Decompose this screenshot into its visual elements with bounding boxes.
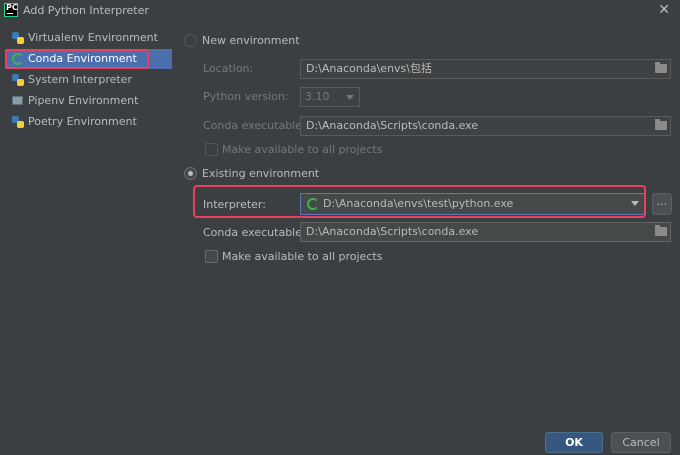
folder-icon[interactable]	[655, 119, 667, 130]
conda-executable-field[interactable]: D:\Anaconda\Scripts\conda.exe	[300, 222, 671, 242]
sidebar-item-poetry[interactable]: Poetry Environment	[5, 112, 172, 132]
make-available-checkbox-new[interactable]	[205, 143, 218, 156]
sidebar-item-label: Virtualenv Environment	[28, 31, 158, 44]
conda-executable-field-new[interactable]: D:\Anaconda\Scripts\conda.exe	[300, 116, 671, 136]
make-available-checkbox[interactable]	[205, 250, 218, 263]
sidebar-item-label: Poetry Environment	[28, 115, 137, 128]
sidebar-item-virtualenv[interactable]: Virtualenv Environment	[5, 28, 172, 48]
location-value: D:\Anaconda\envs\包括	[306, 62, 432, 75]
cancel-button[interactable]: Cancel	[611, 432, 671, 453]
python-icon	[12, 116, 24, 128]
python-version-select[interactable]: 3.10	[300, 87, 360, 107]
folder-icon[interactable]	[655, 225, 667, 236]
conda-executable-value: D:\Anaconda\Scripts\conda.exe	[306, 225, 479, 238]
highlight-box-conda	[5, 49, 149, 69]
sidebar-item-system[interactable]: System Interpreter	[5, 70, 172, 90]
python-icon	[12, 74, 24, 86]
pipenv-icon	[12, 95, 24, 107]
chevron-down-icon	[346, 95, 354, 100]
conda-executable-value-new: D:\Anaconda\Scripts\conda.exe	[306, 119, 479, 132]
python-icon	[12, 32, 24, 44]
ok-button[interactable]: OK	[545, 432, 603, 453]
close-icon[interactable]: ✕	[658, 2, 670, 18]
highlight-box-interpreter	[193, 185, 646, 218]
pycharm-app-icon: PC	[4, 3, 18, 17]
title-bar: PC Add Python Interpreter ✕	[0, 0, 680, 22]
folder-icon[interactable]	[655, 62, 667, 73]
location-label: Location:	[203, 62, 254, 75]
existing-environment-label: Existing environment	[202, 167, 320, 180]
conda-executable-label: Conda executable:	[203, 226, 306, 239]
sidebar-item-pipenv[interactable]: Pipenv Environment	[5, 91, 172, 111]
browse-interpreter-button[interactable]: ...	[652, 193, 672, 215]
make-available-label-new: Make available to all projects	[222, 143, 383, 156]
make-available-label: Make available to all projects	[222, 250, 383, 263]
environment-type-list: Virtualenv Environment Conda Environment…	[0, 26, 172, 146]
conda-executable-label-new: Conda executable:	[203, 119, 306, 132]
location-field[interactable]: D:\Anaconda\envs\包括	[300, 59, 671, 79]
sidebar-item-label: Pipenv Environment	[28, 94, 139, 107]
new-environment-label: New environment	[202, 34, 300, 47]
new-environment-radio[interactable]	[184, 34, 197, 47]
python-version-value: 3.10	[305, 90, 330, 103]
existing-environment-radio[interactable]	[184, 167, 197, 180]
python-version-label: Python version:	[203, 90, 289, 103]
sidebar-item-label: System Interpreter	[28, 73, 132, 86]
window-title: Add Python Interpreter	[23, 4, 149, 17]
